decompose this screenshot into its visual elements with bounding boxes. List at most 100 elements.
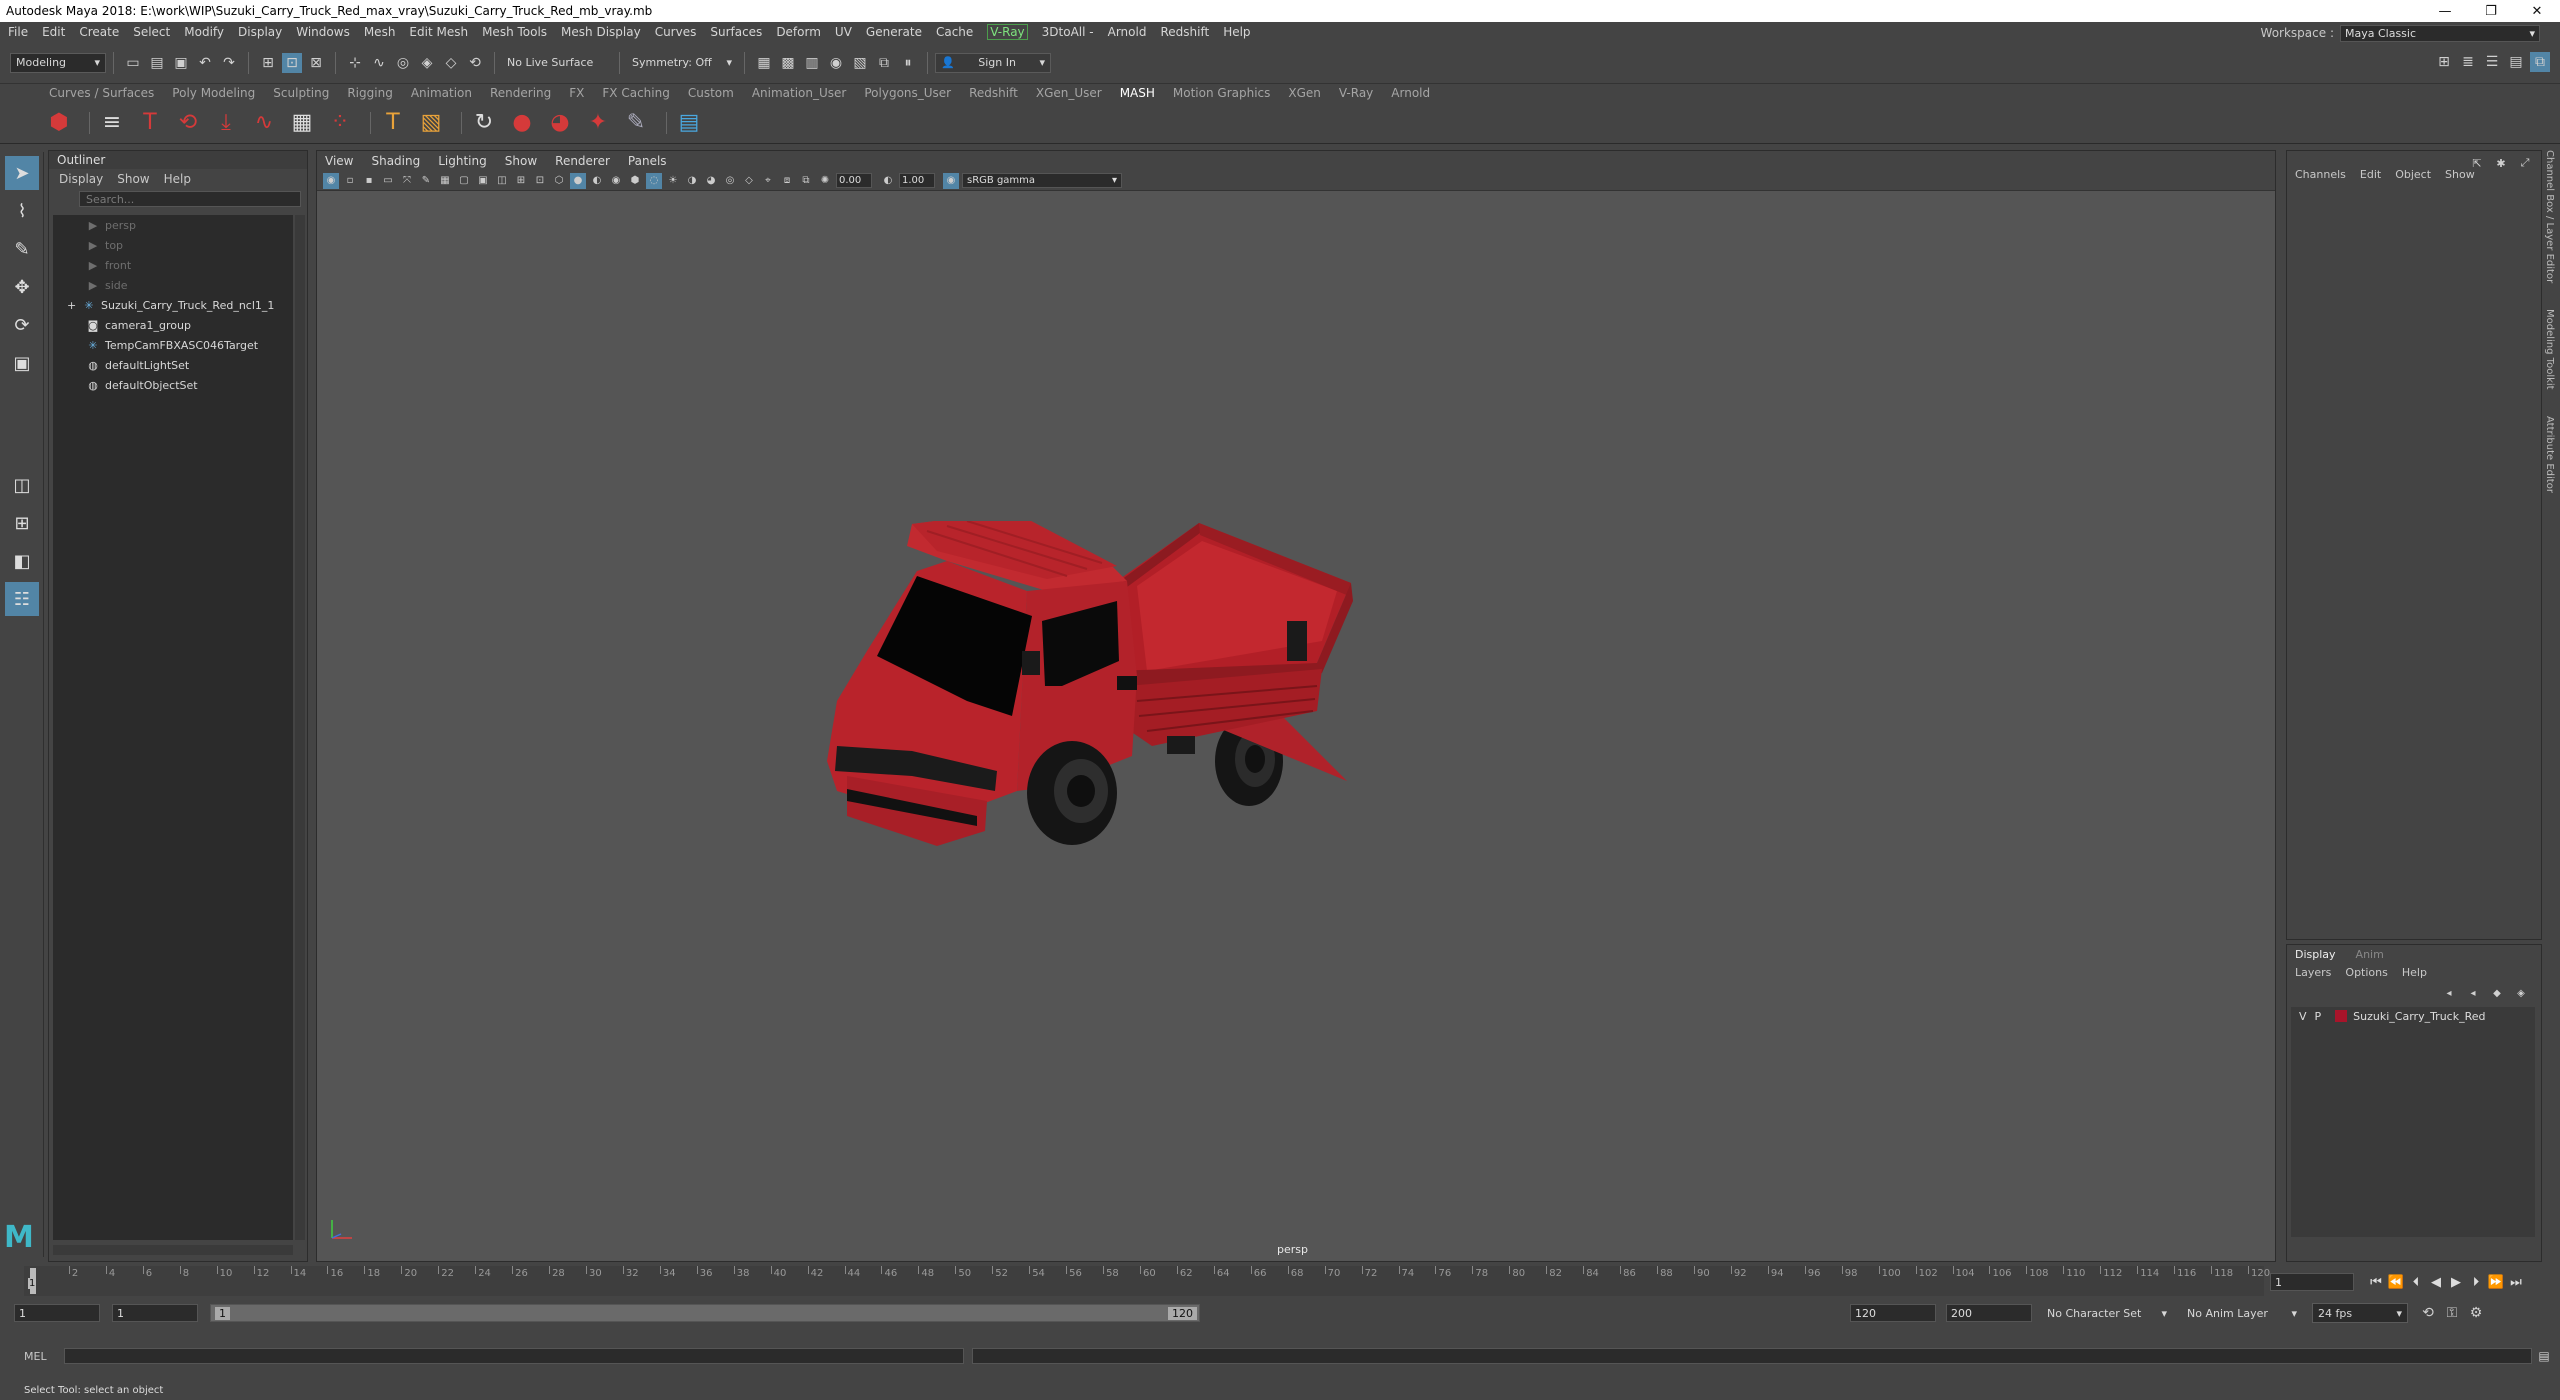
bookmark-icon[interactable]: ▪ xyxy=(361,173,377,189)
channel-menu-object[interactable]: Object xyxy=(2395,168,2431,181)
svg-tool-icon[interactable]: ▧ xyxy=(416,108,446,138)
pin-icon[interactable]: ⤢ xyxy=(2515,153,2535,173)
outliner-scrollbar[interactable] xyxy=(295,215,305,1240)
refresh-icon[interactable]: ↻ xyxy=(469,108,499,138)
rotate-tool-icon[interactable]: ⟳ xyxy=(5,308,39,342)
outliner-search-input[interactable]: Search... xyxy=(79,191,301,207)
menu-modify[interactable]: Modify xyxy=(184,25,224,39)
menu-edit-mesh[interactable]: Edit Mesh xyxy=(409,25,468,39)
fps-dropdown[interactable]: 24 fps ▾ xyxy=(2312,1303,2408,1323)
shadows-icon[interactable]: ◑ xyxy=(684,173,700,189)
brush-icon[interactable]: ✎ xyxy=(621,108,651,138)
shelf-tab-custom[interactable]: Custom xyxy=(679,84,743,102)
auto-key-icon[interactable]: ⚿ xyxy=(2442,1303,2462,1323)
sphere-icon[interactable]: ● xyxy=(507,108,537,138)
shelf-tab-xgen[interactable]: XGen xyxy=(1279,84,1330,102)
menu-windows[interactable]: Windows xyxy=(296,25,350,39)
range-end-handle[interactable]: 120 xyxy=(1168,1306,1197,1320)
playback-end-field[interactable]: 120 xyxy=(1850,1304,1936,1322)
exposure-icon[interactable]: ✺ xyxy=(817,173,833,189)
gamma-field[interactable]: 1.00 xyxy=(899,173,935,188)
arrow-icon[interactable]: ⇱ xyxy=(2467,153,2487,173)
restore-button[interactable]: ❐ xyxy=(2468,0,2514,22)
move-tool-icon[interactable]: ✥ xyxy=(5,270,39,304)
snap-surface-icon[interactable]: ◇ xyxy=(441,53,461,73)
shelf-tab-arnold[interactable]: Arnold xyxy=(1382,84,1439,102)
lasso-tool-icon[interactable]: ⌇ xyxy=(5,194,39,228)
motion-blur-icon[interactable]: ◎ xyxy=(722,173,738,189)
viewport-menu-renderer[interactable]: Renderer xyxy=(555,154,610,168)
xray-joints-icon[interactable]: ⧈ xyxy=(779,173,795,189)
go-to-start-icon[interactable]: ⏮ xyxy=(2366,1273,2386,1291)
anti-aliasing-icon[interactable]: ◇ xyxy=(741,173,757,189)
animation-start-field[interactable]: 1 xyxy=(14,1304,100,1322)
shelf-tab-fx[interactable]: FX xyxy=(560,84,593,102)
snap-point-icon[interactable]: ◎ xyxy=(393,53,413,73)
outliner-menu-display[interactable]: Display xyxy=(59,172,103,186)
exposure-field[interactable]: 0.00 xyxy=(836,173,872,188)
channel-menu-channels[interactable]: Channels xyxy=(2295,168,2346,181)
xray-icon[interactable]: ◌ xyxy=(646,172,662,189)
outliner-item[interactable]: ▶ persp xyxy=(53,215,293,235)
menu-cache[interactable]: Cache xyxy=(936,25,973,39)
minimize-button[interactable]: — xyxy=(2422,0,2468,22)
expand-icon[interactable]: + xyxy=(67,299,81,312)
undo-icon[interactable]: ↶ xyxy=(195,53,215,73)
tool-settings-icon[interactable]: ☰ xyxy=(2482,52,2502,72)
channel-box-icon[interactable]: ▤ xyxy=(2506,52,2526,72)
menu-uv[interactable]: UV xyxy=(835,25,852,39)
field-chart-icon[interactable]: ⊞ xyxy=(513,173,529,189)
snap-view-icon[interactable]: ◈ xyxy=(417,53,437,73)
shelf-tab-animation-user[interactable]: Animation_User xyxy=(743,84,856,102)
select-object-icon[interactable]: ⊡ xyxy=(282,52,302,73)
view-transform-dropdown[interactable]: sRGB gamma ▾ xyxy=(962,173,1122,188)
play-forward-icon[interactable]: ▶ xyxy=(2446,1273,2466,1291)
shelf-tab-animation[interactable]: Animation xyxy=(402,84,481,102)
outliner-menu-help[interactable]: Help xyxy=(164,172,191,186)
new-layer-selected-icon[interactable]: ◈ xyxy=(2511,983,2531,1003)
new-scene-icon[interactable]: ▭ xyxy=(123,53,143,73)
menu-file[interactable]: File xyxy=(8,25,28,39)
shelf-tab-curves-surfaces[interactable]: Curves / Surfaces xyxy=(40,84,163,102)
mash-type-icon[interactable]: T xyxy=(135,108,165,138)
mel-label[interactable]: MEL xyxy=(24,1350,60,1363)
ipr-render-icon[interactable]: ▥ xyxy=(802,53,822,73)
outliner-item[interactable]: ▶ side xyxy=(53,275,293,295)
character-set-dropdown[interactable]: No Character Set ▾ xyxy=(2042,1303,2172,1323)
menu-arnold[interactable]: Arnold xyxy=(1108,25,1147,39)
outliner-item[interactable]: ◍ defaultObjectSet xyxy=(53,375,293,395)
menu-vray[interactable]: V-Ray xyxy=(987,24,1028,40)
menu-mesh-display[interactable]: Mesh Display xyxy=(561,25,641,39)
menu-edit[interactable]: Edit xyxy=(42,25,65,39)
step-back-key-icon[interactable]: ⏪ xyxy=(2386,1273,2406,1291)
shelf-tab-redshift[interactable]: Redshift xyxy=(960,84,1027,102)
layer-visibility-toggle[interactable]: V xyxy=(2299,1010,2307,1023)
range-start-handle[interactable]: 1 xyxy=(215,1306,230,1320)
scale-tool-icon[interactable]: ▣ xyxy=(5,346,39,380)
modeling-toolkit-icon[interactable]: ⊞ xyxy=(2434,52,2454,72)
outliner-item[interactable]: ◍ defaultLightSet xyxy=(53,355,293,375)
render-settings-icon[interactable]: ◉ xyxy=(826,53,846,73)
mash-spring-icon[interactable]: ∿ xyxy=(249,108,279,138)
menu-display[interactable]: Display xyxy=(238,25,282,39)
menu-help[interactable]: Help xyxy=(1223,25,1250,39)
layout-icon[interactable]: ⧉ xyxy=(2530,52,2550,72)
new-empty-layer-icon[interactable]: ◆ xyxy=(2487,983,2507,1003)
menu-set-dropdown[interactable]: Modeling ▾ xyxy=(10,52,106,73)
layer-color-swatch[interactable] xyxy=(2335,1010,2348,1022)
side-tab-channel-box[interactable]: Channel Box / Layer Editor xyxy=(2544,150,2555,283)
play-backward-icon[interactable]: ◀ xyxy=(2426,1273,2446,1291)
preferences-icon[interactable]: ⚙ xyxy=(2466,1303,2486,1323)
resolution-gate-icon[interactable]: ▣ xyxy=(475,173,491,189)
shelf-tab-sculpting[interactable]: Sculpting xyxy=(264,84,338,102)
tab-display[interactable]: Display xyxy=(2295,948,2336,961)
mash-curve-icon[interactable]: ⟲ xyxy=(173,108,203,138)
layer-menu-options[interactable]: Options xyxy=(2345,966,2387,979)
lights-icon[interactable]: ☀ xyxy=(665,173,681,189)
menu-generate[interactable]: Generate xyxy=(866,25,922,39)
pause-icon[interactable]: ⏸ xyxy=(898,53,918,73)
redo-icon[interactable]: ↷ xyxy=(219,53,239,73)
side-tab-modeling-toolkit[interactable]: Modeling Toolkit xyxy=(2544,309,2555,390)
menu-surfaces[interactable]: Surfaces xyxy=(710,25,762,39)
gamma-icon[interactable]: ◐ xyxy=(880,173,896,189)
